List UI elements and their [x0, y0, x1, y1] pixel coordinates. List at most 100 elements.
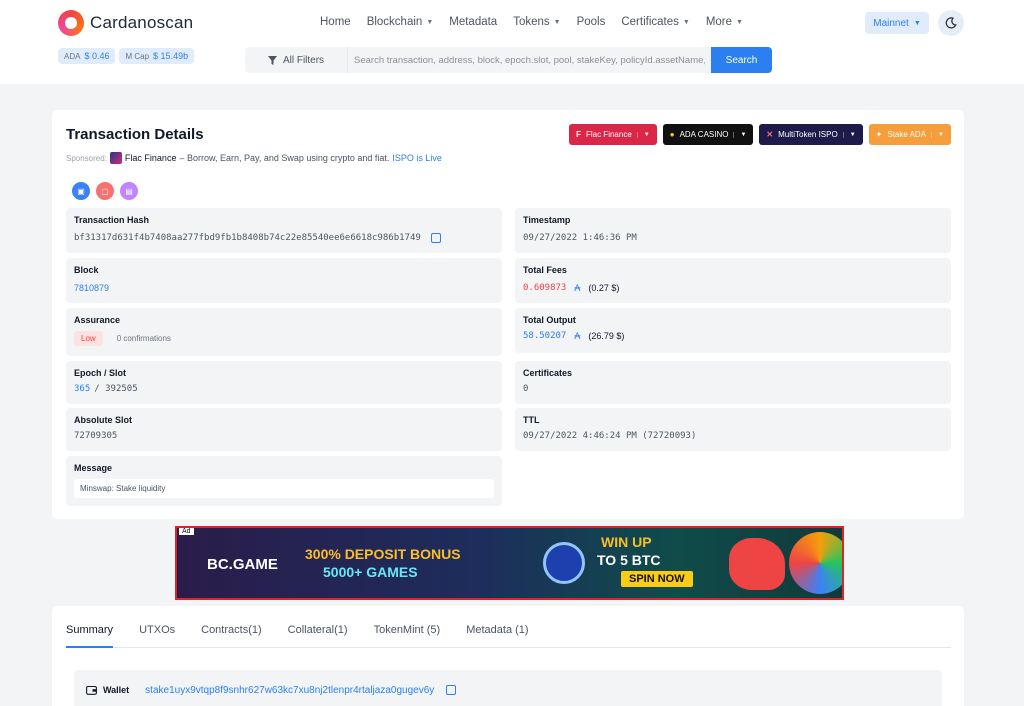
logo[interactable]: Cardanoscan	[58, 10, 193, 36]
ada-symbol-icon: ₳	[574, 283, 581, 293]
confirmations-text: 0 confirmations	[116, 334, 171, 343]
prize-wheel-icon	[789, 532, 842, 594]
chevron-down-icon: ▼	[842, 131, 856, 138]
ttl-field: TTL 09/27/2022 4:46:24 PM (72720093)	[515, 408, 951, 451]
stake-ada-button[interactable]: ✦ Stake ADA ▼	[868, 124, 951, 145]
tab-metadata[interactable]: Metadata (1)	[466, 624, 528, 648]
absolute-slot-field: Absolute Slot 72709305	[66, 408, 502, 451]
output-usd: (26.79 $)	[588, 331, 625, 341]
search-bar: All Filters Search	[245, 47, 772, 73]
main-nav: Home Blockchain ▼ Metadata Tokens ▼ Pools …	[320, 16, 743, 28]
tab-bar: Summary UTXOs Contracts(1) Collateral(1)…	[66, 624, 951, 648]
market-cap-chip: M Cap $ 15.49b	[119, 48, 195, 64]
block-link[interactable]: 7810879	[74, 283, 109, 293]
nav-metadata[interactable]: Metadata	[449, 16, 497, 28]
tx-hash-value[interactable]: bf31317d631f4b7408aa277fbd9fb1b8408b74c2…	[74, 233, 421, 243]
sponsor-buttons: F Flac Finance ▼ ● ADA CASINO ▼ ✕ MultiToken …	[569, 124, 951, 145]
total-fees-field: Total Fees 0.609873 ₳ (0.27 $)	[515, 258, 951, 303]
tx-hash-field: Transaction Hash bf31317d631f4b7408aa277…	[66, 208, 502, 253]
tab-summary[interactable]: Summary	[66, 624, 114, 648]
ispo-link[interactable]: ISPO is Live	[392, 153, 442, 163]
tab-tokenmint[interactable]: TokenMint (5)	[374, 624, 441, 648]
copy-icon[interactable]	[446, 685, 457, 695]
theme-toggle-button[interactable]	[938, 10, 964, 36]
total-output-field: Total Output 58.50207 ₳ (26.79 $)	[515, 308, 951, 353]
chevron-down-icon: ▼	[426, 18, 434, 26]
chevron-down-icon: ▼	[733, 131, 746, 138]
epoch-link[interactable]: 365	[74, 384, 90, 394]
qr-code-icon[interactable]: ▣	[72, 182, 90, 200]
flac-finance-button[interactable]: F Flac Finance ▼	[569, 124, 657, 145]
save-icon[interactable]: ▢	[96, 182, 114, 200]
assurance-badge: Low	[74, 331, 103, 346]
tab-collateral[interactable]: Collateral(1)	[288, 624, 348, 648]
nav-more[interactable]: More ▼	[706, 16, 743, 28]
ad-btc-text: TO 5 BTC	[597, 552, 661, 568]
epoch-slot-field: Epoch / Slot 365 / 392505	[66, 361, 502, 404]
multitoken-ispo-button[interactable]: ✕ MultiToken ISPO ▼	[759, 124, 863, 145]
nav-certificates[interactable]: Certificates ▼	[621, 16, 689, 28]
document-icon[interactable]: ▤	[120, 182, 138, 200]
filter-dropdown[interactable]: All Filters	[245, 47, 348, 73]
wallet-address-link[interactable]: stake1uyx9vtqp8f9snhr627w63kc7xu8nj2tlen…	[145, 685, 434, 696]
chevron-down-icon: ▼	[682, 18, 690, 26]
transaction-details-card: Transaction Details Sponsored: Flac Fina…	[52, 110, 964, 519]
ad-deposit-text: 300% DEPOSIT BONUS	[305, 546, 461, 562]
x-logo-icon: ✕	[766, 130, 774, 139]
tab-contracts[interactable]: Contracts(1)	[201, 624, 262, 648]
fees-value: 0.609873	[523, 283, 567, 293]
search-input[interactable]	[348, 47, 711, 73]
ad-brand: BC.GAME	[207, 556, 278, 573]
nav-blockchain[interactable]: Blockchain ▼	[367, 16, 434, 28]
header: Cardanoscan ADA $ 0.46 M Cap $ 15.49b Ho…	[0, 0, 1024, 84]
sponsored-line: Sponsored: Flac Finance – Borrow, Earn, …	[66, 152, 442, 164]
search-button[interactable]: Search	[711, 47, 772, 73]
tabs-card: Summary UTXOs Contracts(1) Collateral(1)…	[52, 606, 964, 706]
moon-icon	[945, 17, 957, 29]
wallet-label: Wallet	[103, 685, 130, 695]
crocodile-mascot-icon	[729, 538, 785, 590]
nav-tokens[interactable]: Tokens ▼	[513, 16, 560, 28]
network-selector[interactable]: Mainnet ▼	[865, 12, 929, 34]
chevron-down-icon: ▼	[553, 18, 561, 26]
certificates-value: 0	[523, 384, 529, 394]
wallet-icon	[86, 685, 97, 695]
ad-games-text: 5000+ GAMES	[323, 564, 418, 580]
ad-banner[interactable]: Ad BC.GAME 300% DEPOSIT BONUS 5000+ GAME…	[175, 526, 844, 600]
wallet-row: Wallet stake1uyx9vtqp8f9snhr627w63kc7xu8…	[74, 670, 942, 706]
tab-utxos[interactable]: UTXOs	[139, 624, 175, 648]
ad-tag: Ad	[179, 528, 194, 535]
medal-icon: ●	[669, 130, 675, 139]
timestamp-field: Timestamp 09/27/2022 1:46:36 PM	[515, 208, 951, 253]
block-field: Block 7810879	[66, 258, 502, 303]
message-value: Minswap: Stake liquidity	[74, 479, 494, 498]
certificates-field: Certificates 0	[515, 361, 951, 404]
page-title: Transaction Details	[66, 126, 204, 143]
copy-icon[interactable]	[430, 233, 441, 243]
assurance-field: Assurance Low 0 confirmations	[66, 308, 502, 356]
ada-casino-button[interactable]: ● ADA CASINO ▼	[662, 124, 754, 145]
cardano-coin-icon	[543, 542, 585, 584]
slot-value: / 392505	[94, 384, 138, 394]
output-value: 58.50207	[523, 331, 567, 341]
chevron-down-icon: ▼	[636, 131, 650, 138]
chevron-down-icon: ▼	[931, 131, 944, 138]
action-icons: ▣ ▢ ▤	[72, 182, 138, 200]
chevron-down-icon: ▼	[913, 19, 921, 27]
ttl-value: 09/27/2022 4:46:24 PM (72720093)	[523, 431, 697, 441]
sponsor-brand-link[interactable]: Flac Finance	[125, 153, 177, 163]
ad-win-text: WIN UP	[601, 534, 652, 550]
flac-icon: F	[576, 130, 581, 139]
ada-symbol-icon: ₳	[574, 331, 581, 341]
ad-spin-button[interactable]: SPIN NOW	[621, 571, 693, 587]
nav-home[interactable]: Home	[320, 16, 351, 28]
chevron-down-icon: ▼	[736, 18, 743, 26]
message-field: Message Minswap: Stake liquidity	[66, 456, 502, 506]
nav-pools[interactable]: Pools	[577, 16, 606, 28]
ada-price-chip: ADA $ 0.46	[58, 48, 116, 64]
filter-icon	[267, 55, 277, 65]
fees-usd: (0.27 $)	[588, 283, 620, 293]
logo-icon	[58, 10, 84, 36]
price-chips: ADA $ 0.46 M Cap $ 15.49b	[58, 48, 195, 64]
flac-finance-icon	[109, 152, 122, 164]
